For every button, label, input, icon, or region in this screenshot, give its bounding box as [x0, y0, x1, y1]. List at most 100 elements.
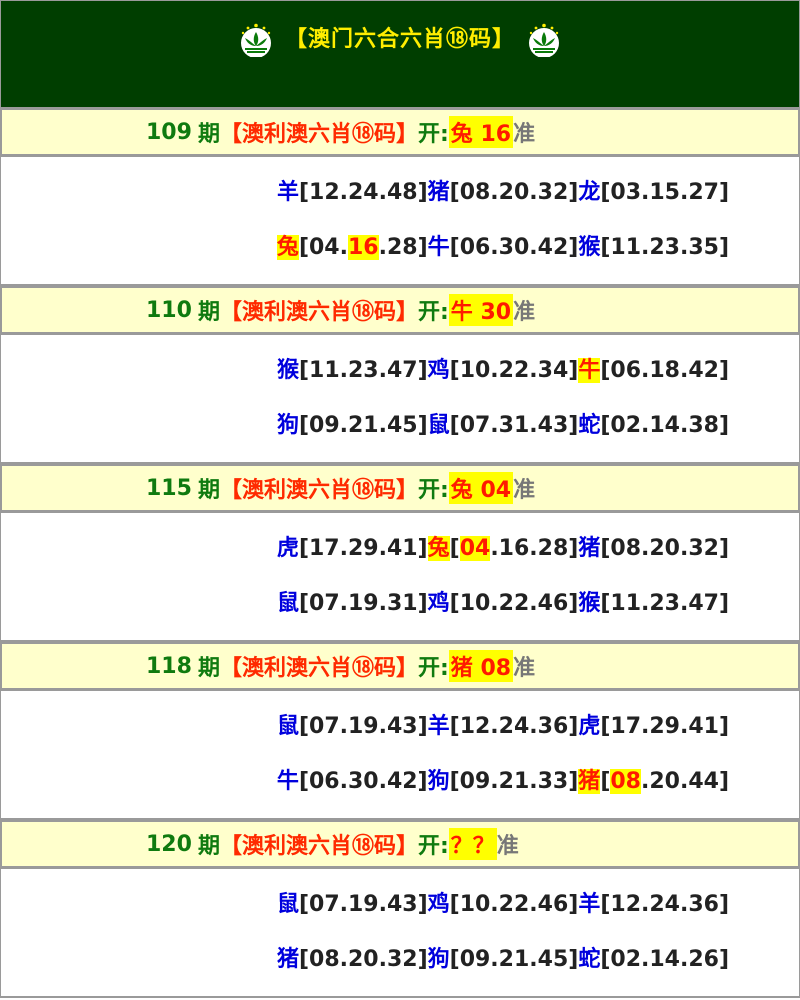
zodiac-numbers: [09.21.45]: [298, 413, 428, 439]
result-value: ？？: [448, 828, 497, 860]
zodiac-numbers: [06.30.42]: [449, 235, 579, 261]
issue-bracket-title: 【澳利澳六肖⑱码】: [219, 300, 418, 325]
zodiac-sign: 兔: [427, 535, 450, 561]
issue-number: 118: [146, 653, 192, 679]
zodiac-line: 狗[09.21.45]鼠[07.31.43]蛇[02.14.38]: [1, 410, 799, 442]
accuracy-label: 准: [496, 834, 519, 859]
zodiac-numbers: [03.15.27]: [600, 179, 729, 205]
issue-suffix: 期: [197, 834, 220, 859]
zodiac-sign: 蛇: [578, 947, 601, 973]
hit-number: 16: [347, 235, 379, 261]
zodiac-numbers: [11.23.35]: [600, 235, 729, 261]
issue-number: 109: [146, 119, 192, 145]
issue-number: 115: [146, 475, 192, 501]
zodiac-sign: 猪: [276, 947, 299, 973]
issue-bracket-title: 【澳利澳六肖⑱码】: [219, 834, 418, 859]
zodiac-line: 牛[06.30.42]狗[09.21.33]猪[08.20.44]: [1, 766, 799, 798]
open-label: 开:: [417, 478, 449, 503]
zodiac-sign: 鼠: [427, 413, 450, 439]
macau-emblem-icon: [240, 23, 271, 57]
zodiac-sign: 猪: [578, 535, 601, 561]
zodiac-line: 猪[08.20.32]狗[09.21.45]蛇[02.14.26]: [1, 944, 799, 976]
issue-suffix: 期: [197, 300, 220, 325]
zodiac-sign: 鼠: [276, 891, 299, 917]
zodiac-numbers-rest: .16.28]: [490, 535, 579, 561]
zodiac-numbers: [06.18.42]: [600, 357, 729, 383]
zodiac-numbers: [17.29.41]: [298, 535, 428, 561]
zodiac-line: 猴[11.23.47]鸡[10.22.34]牛[06.18.42]: [1, 355, 799, 387]
zodiac-sign: 猴: [578, 235, 601, 261]
issue-suffix: 期: [197, 656, 220, 681]
issue-body: 猴[11.23.47]鸡[10.22.34]牛[06.18.42] 狗[09.21…: [0, 334, 800, 464]
zodiac-numbers: [: [600, 769, 611, 795]
result-value: 兔 04: [448, 472, 514, 504]
zodiac-numbers: [04.: [298, 235, 348, 261]
page-header: 【澳门六合六肖⑱码】: [0, 0, 800, 108]
zodiac-line: 鼠[07.19.43]鸡[10.22.46]羊[12.24.36]: [1, 889, 799, 921]
open-label: 开:: [417, 122, 449, 147]
zodiac-sign: 牛: [427, 235, 450, 261]
zodiac-sign: 鸡: [427, 591, 450, 617]
issue-bracket-title: 【澳利澳六肖⑱码】: [219, 122, 418, 147]
zodiac-numbers: [07.19.43]: [298, 713, 428, 739]
zodiac-sign: 羊: [276, 179, 299, 205]
issue-number: 110: [146, 297, 192, 323]
hit-number: 08: [610, 769, 641, 795]
zodiac-sign: 鸡: [427, 357, 450, 383]
issue-header: 118 期【澳利澳六肖⑱码】 开: 猪 08 准: [0, 642, 800, 690]
issue-body: 虎[17.29.41]兔[04.16.28]猪[08.20.32] 鼠[07.19…: [0, 512, 800, 642]
zodiac-numbers: [08.20.32]: [449, 179, 579, 205]
zodiac-numbers: [07.19.43]: [298, 891, 428, 917]
issue-body: 羊[12.24.48]猪[08.20.32]龙[03.15.27] 兔[04.16…: [0, 156, 800, 286]
zodiac-numbers: [10.22.46]: [449, 591, 579, 617]
zodiac-sign: 蛇: [578, 413, 601, 439]
issue-bracket-title: 【澳利澳六肖⑱码】: [219, 656, 418, 681]
zodiac-sign: 虎: [276, 535, 299, 561]
zodiac-line: 兔[04.16.28]牛[06.30.42]猴[11.23.35]: [1, 232, 799, 264]
issue-header: 109 期【澳利澳六肖⑱码】 开: 兔 16 准: [0, 108, 800, 156]
zodiac-numbers: [06.30.42]: [298, 769, 428, 795]
zodiac-sign: 牛: [276, 769, 299, 795]
zodiac-numbers: [12.24.36]: [449, 713, 579, 739]
zodiac-numbers: [11.23.47]: [600, 591, 729, 617]
page-title: 【澳门六合六肖⑱码】: [284, 27, 515, 52]
zodiac-numbers: [: [449, 535, 460, 561]
issue-number: 120: [146, 831, 192, 857]
zodiac-numbers: [02.14.26]: [600, 947, 729, 973]
zodiac-sign: 鼠: [276, 591, 299, 617]
zodiac-sign: 牛: [578, 357, 601, 383]
zodiac-numbers: [09.21.33]: [449, 769, 579, 795]
accuracy-label: 准: [513, 122, 536, 147]
zodiac-line: 虎[17.29.41]兔[04.16.28]猪[08.20.32]: [1, 533, 799, 565]
result-value: 兔 16: [448, 116, 514, 148]
zodiac-sign: 狗: [276, 413, 299, 439]
issue-header: 110 期【澳利澳六肖⑱码】 开: 牛 30 准: [0, 286, 800, 334]
zodiac-sign: 羊: [578, 891, 601, 917]
accuracy-label: 准: [513, 478, 536, 503]
issue-body: 鼠[07.19.43]羊[12.24.36]虎[17.29.41] 牛[06.30…: [0, 690, 800, 820]
zodiac-numbers-rest: .20.44]: [641, 769, 729, 795]
zodiac-numbers: [10.22.46]: [449, 891, 579, 917]
hit-number: 04: [459, 535, 491, 561]
zodiac-sign: 鼠: [276, 713, 299, 739]
zodiac-numbers: [07.31.43]: [449, 413, 579, 439]
issue-suffix: 期: [197, 478, 220, 503]
zodiac-line: 鼠[07.19.31]鸡[10.22.46]猴[11.23.47]: [1, 588, 799, 620]
zodiac-line: 羊[12.24.48]猪[08.20.32]龙[03.15.27]: [1, 177, 799, 209]
zodiac-sign: 猴: [276, 357, 299, 383]
issue-header: 120 期【澳利澳六肖⑱码】 开:？？准: [0, 820, 800, 868]
zodiac-numbers-rest: .28]: [378, 235, 428, 261]
accuracy-label: 准: [513, 300, 536, 325]
zodiac-sign: 鸡: [427, 891, 450, 917]
zodiac-sign: 兔: [276, 235, 299, 261]
zodiac-sign: 羊: [427, 713, 450, 739]
zodiac-sign: 猪: [427, 179, 450, 205]
issue-suffix: 期: [197, 122, 220, 147]
zodiac-sign: 猪: [578, 769, 601, 795]
issue-bracket-title: 【澳利澳六肖⑱码】: [219, 478, 418, 503]
open-label: 开:: [417, 834, 449, 859]
macau-emblem-icon: [529, 23, 559, 57]
result-value: 猪 08: [448, 650, 514, 682]
zodiac-numbers: [02.14.38]: [600, 413, 729, 439]
zodiac-numbers: [09.21.45]: [449, 947, 579, 973]
